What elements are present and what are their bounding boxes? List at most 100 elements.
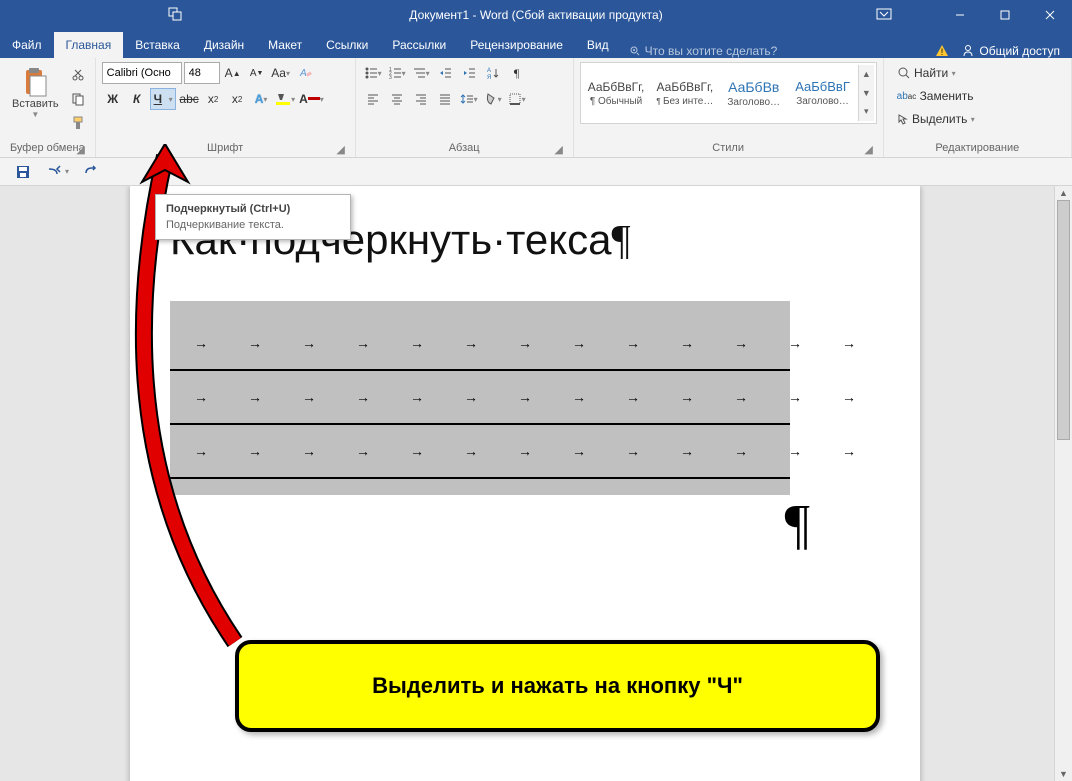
- tab-home[interactable]: Главная: [54, 32, 124, 58]
- style-heading2[interactable]: АаБбВвГЗаголово…: [789, 65, 856, 121]
- tab-mark-icon: →: [248, 443, 262, 459]
- replace-button[interactable]: abac Заменить: [890, 85, 1065, 107]
- underline-dropdown[interactable]: ▾: [165, 95, 175, 104]
- minimize-button[interactable]: [937, 0, 982, 30]
- tab-references[interactable]: Ссылки: [314, 32, 380, 58]
- underline-tooltip: Подчеркнутый (Ctrl+U) Подчеркивание текс…: [155, 194, 351, 240]
- font-color-button[interactable]: A▾: [298, 88, 325, 110]
- table-row[interactable]: →→→→→→→→→→→→→: [170, 317, 790, 371]
- svg-text:Я: Я: [487, 75, 491, 80]
- clear-formatting-button[interactable]: A: [294, 62, 316, 84]
- change-case-button[interactable]: Aa▾: [270, 62, 292, 84]
- sort-button[interactable]: AЯ: [482, 62, 504, 84]
- increase-indent-button[interactable]: [458, 62, 480, 84]
- gallery-up-icon[interactable]: ▲: [859, 65, 874, 84]
- maximize-button[interactable]: [982, 0, 1027, 30]
- decrease-indent-button[interactable]: [434, 62, 456, 84]
- tab-mark-icon: →: [680, 389, 694, 405]
- highlight-button[interactable]: ▾: [274, 88, 296, 110]
- scroll-down-icon[interactable]: ▼: [1055, 767, 1072, 781]
- shading-button[interactable]: ▾: [482, 88, 504, 110]
- chevron-down-icon: ▼: [31, 110, 39, 119]
- scroll-up-icon[interactable]: ▲: [1055, 186, 1072, 200]
- font-size-input[interactable]: [184, 62, 220, 84]
- tab-mark-icon: →: [626, 389, 640, 405]
- tooltip-title: Подчеркнутый (Ctrl+U): [166, 203, 340, 215]
- style-no-spacing[interactable]: АаБбВвГг,¶ Без инте…: [651, 65, 718, 121]
- multilevel-list-button[interactable]: ▾: [410, 62, 432, 84]
- tell-me-search[interactable]: Что вы хотите сделать?: [629, 44, 778, 58]
- select-button[interactable]: Выделить ▾: [890, 108, 1065, 130]
- tab-design[interactable]: Дизайн: [192, 32, 256, 58]
- styles-gallery: АаБбВвГг,Обычный АаБбВвГг,¶ Без инте… Аа…: [580, 62, 877, 124]
- strikethrough-button[interactable]: abc: [178, 88, 200, 110]
- font-dialog-launcher[interactable]: ◢: [335, 143, 347, 155]
- paragraph-dialog-launcher[interactable]: ◢: [553, 143, 565, 155]
- document-table[interactable]: →→→→→→→→→→→→→→→→→→→→→→→→→→→→→→→→→→→→→→→: [170, 301, 790, 495]
- align-left-button[interactable]: [362, 88, 384, 110]
- borders-button[interactable]: ▾: [506, 88, 528, 110]
- tab-mark-icon: →: [410, 335, 424, 351]
- tab-review[interactable]: Рецензирование: [458, 32, 575, 58]
- style-normal[interactable]: АаБбВвГг,Обычный: [583, 65, 650, 121]
- tab-mark-icon: →: [410, 443, 424, 459]
- tab-file[interactable]: Файл: [0, 32, 54, 58]
- warning-icon[interactable]: !: [935, 43, 949, 58]
- format-painter-button[interactable]: [67, 112, 89, 134]
- close-button[interactable]: [1027, 0, 1072, 30]
- show-paragraph-marks-button[interactable]: ¶: [506, 62, 528, 84]
- justify-button[interactable]: [434, 88, 456, 110]
- tab-mark-icon: →: [518, 389, 532, 405]
- tab-mailings[interactable]: Рассылки: [380, 32, 458, 58]
- bullets-button[interactable]: ▾: [362, 62, 384, 84]
- table-row[interactable]: →→→→→→→→→→→→→: [170, 425, 790, 479]
- tab-layout[interactable]: Макет: [256, 32, 314, 58]
- italic-button[interactable]: К: [126, 88, 148, 110]
- tab-mark-icon: →: [410, 389, 424, 405]
- tab-mark-icon: →: [626, 443, 640, 459]
- increase-font-button[interactable]: A▲: [222, 62, 244, 84]
- underline-button[interactable]: Ч ▾: [150, 88, 176, 110]
- superscript-button[interactable]: x2: [226, 88, 248, 110]
- gallery-down-icon[interactable]: ▼: [859, 84, 874, 103]
- scrollbar-thumb[interactable]: [1057, 200, 1070, 440]
- find-button[interactable]: Найти ▾: [890, 62, 1065, 84]
- ribbon-display-options-icon[interactable]: [876, 8, 892, 23]
- ribbon: Вставить ▼ Буфер обмена◢ A▲ A▼ Aa▾ A Ж К…: [0, 58, 1072, 158]
- undo-button[interactable]: ▾: [44, 161, 70, 183]
- gallery-expand-icon[interactable]: ▾: [859, 102, 874, 121]
- paste-button[interactable]: Вставить ▼: [6, 62, 65, 119]
- tab-mark-icon: →: [302, 443, 316, 459]
- window-title: Документ1 - Word (Сбой активации продукт…: [409, 8, 662, 22]
- decrease-font-button[interactable]: A▼: [246, 62, 268, 84]
- styles-dialog-launcher[interactable]: ◢: [863, 143, 875, 155]
- numbering-button[interactable]: 123▾: [386, 62, 408, 84]
- align-center-button[interactable]: [386, 88, 408, 110]
- copy-button[interactable]: [67, 88, 89, 110]
- tab-mark-icon: →: [626, 335, 640, 351]
- tab-mark-icon: →: [248, 389, 262, 405]
- title-icon: [160, 7, 190, 24]
- style-heading1[interactable]: АаБбВвЗаголово…: [720, 65, 787, 121]
- text-effects-button[interactable]: A▾: [250, 88, 272, 110]
- subscript-button[interactable]: x2: [202, 88, 224, 110]
- table-row[interactable]: →→→→→→→→→→→→→: [170, 371, 790, 425]
- group-font: A▲ A▼ Aa▾ A Ж К Ч ▾ abc x2 x2 A▾ ▾ A▾ Шр…: [96, 58, 356, 157]
- tab-insert[interactable]: Вставка: [123, 32, 192, 58]
- save-button[interactable]: [12, 161, 34, 183]
- redo-button[interactable]: [80, 161, 102, 183]
- font-group-label: Шрифт: [207, 142, 243, 154]
- tab-mark-icon: →: [680, 443, 694, 459]
- share-label: Общий доступ: [979, 44, 1060, 58]
- share-button[interactable]: Общий доступ: [961, 44, 1060, 58]
- bold-button[interactable]: Ж: [102, 88, 124, 110]
- align-right-button[interactable]: [410, 88, 432, 110]
- clipboard-dialog-launcher[interactable]: ◢: [75, 143, 87, 155]
- tab-view[interactable]: Вид: [575, 32, 621, 58]
- styles-gallery-more[interactable]: ▲▼▾: [858, 65, 874, 121]
- cut-button[interactable]: [67, 64, 89, 86]
- vertical-scrollbar[interactable]: ▲ ▼: [1054, 186, 1072, 781]
- tab-mark-icon: →: [842, 389, 856, 405]
- line-spacing-button[interactable]: ▾: [458, 88, 480, 110]
- font-name-input[interactable]: [102, 62, 182, 84]
